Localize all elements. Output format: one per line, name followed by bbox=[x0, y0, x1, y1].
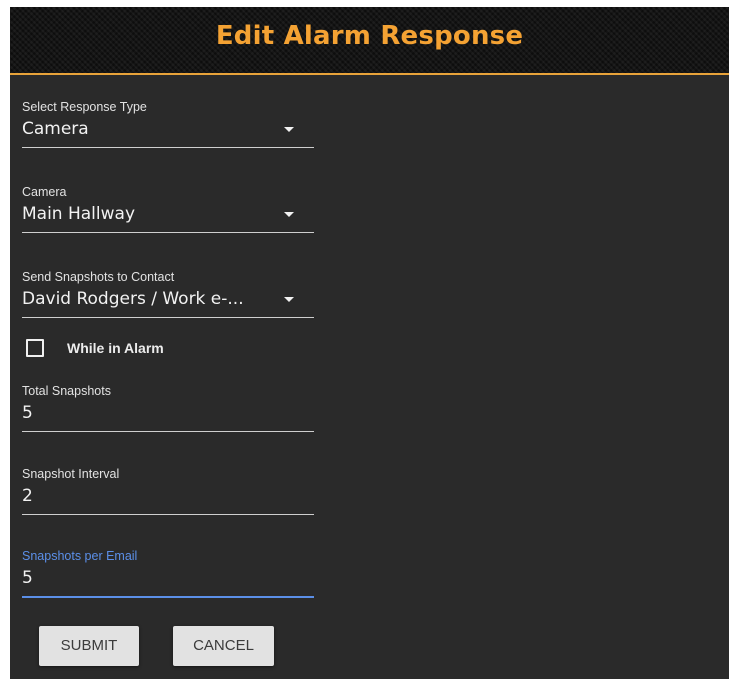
dialog-title: Edit Alarm Response bbox=[215, 21, 524, 51]
snapshots-per-email-label: Snapshots per Email bbox=[22, 549, 138, 563]
snapshot-interval-input[interactable]: Snapshot Interval 2 bbox=[22, 467, 314, 517]
while-in-alarm-checkbox[interactable] bbox=[26, 339, 44, 357]
dialog-header: Edit Alarm Response bbox=[10, 7, 729, 75]
snapshots-per-email-input[interactable]: Snapshots per Email 5 bbox=[22, 549, 314, 601]
camera-select[interactable]: Camera Main Hallway bbox=[22, 185, 314, 235]
snapshots-per-email-underline bbox=[22, 596, 314, 598]
total-snapshots-input[interactable]: Total Snapshots 5 bbox=[22, 384, 314, 434]
contact-underline bbox=[22, 317, 314, 318]
snapshots-per-email-value[interactable]: 5 bbox=[22, 567, 33, 589]
while-in-alarm-option[interactable]: While in Alarm bbox=[26, 337, 226, 361]
total-snapshots-value[interactable]: 5 bbox=[22, 402, 33, 424]
snapshot-interval-value[interactable]: 2 bbox=[22, 485, 33, 507]
response-type-value[interactable]: Camera bbox=[22, 118, 89, 140]
caret-down-icon[interactable] bbox=[284, 212, 294, 217]
edit-alarm-response-dialog: Edit Alarm Response Select Response Type… bbox=[10, 7, 729, 679]
contact-value[interactable]: David Rodgers / Work e-... bbox=[22, 288, 244, 310]
total-snapshots-underline bbox=[22, 431, 314, 432]
response-type-underline bbox=[22, 147, 314, 148]
snapshot-interval-label: Snapshot Interval bbox=[22, 467, 120, 481]
camera-value[interactable]: Main Hallway bbox=[22, 203, 135, 225]
snapshot-interval-underline bbox=[22, 514, 314, 515]
contact-select[interactable]: Send Snapshots to Contact David Rodgers … bbox=[22, 270, 314, 320]
camera-label: Camera bbox=[22, 185, 67, 199]
caret-down-icon[interactable] bbox=[284, 297, 294, 302]
caret-down-icon[interactable] bbox=[284, 127, 294, 132]
submit-button[interactable]: SUBMIT bbox=[39, 626, 139, 666]
response-type-label: Select Response Type bbox=[22, 100, 147, 114]
response-type-select[interactable]: Select Response Type Camera bbox=[22, 100, 314, 150]
contact-label: Send Snapshots to Contact bbox=[22, 270, 175, 284]
camera-underline bbox=[22, 232, 314, 233]
cancel-button[interactable]: CANCEL bbox=[173, 626, 274, 666]
total-snapshots-label: Total Snapshots bbox=[22, 384, 111, 398]
while-in-alarm-label: While in Alarm bbox=[67, 340, 164, 356]
